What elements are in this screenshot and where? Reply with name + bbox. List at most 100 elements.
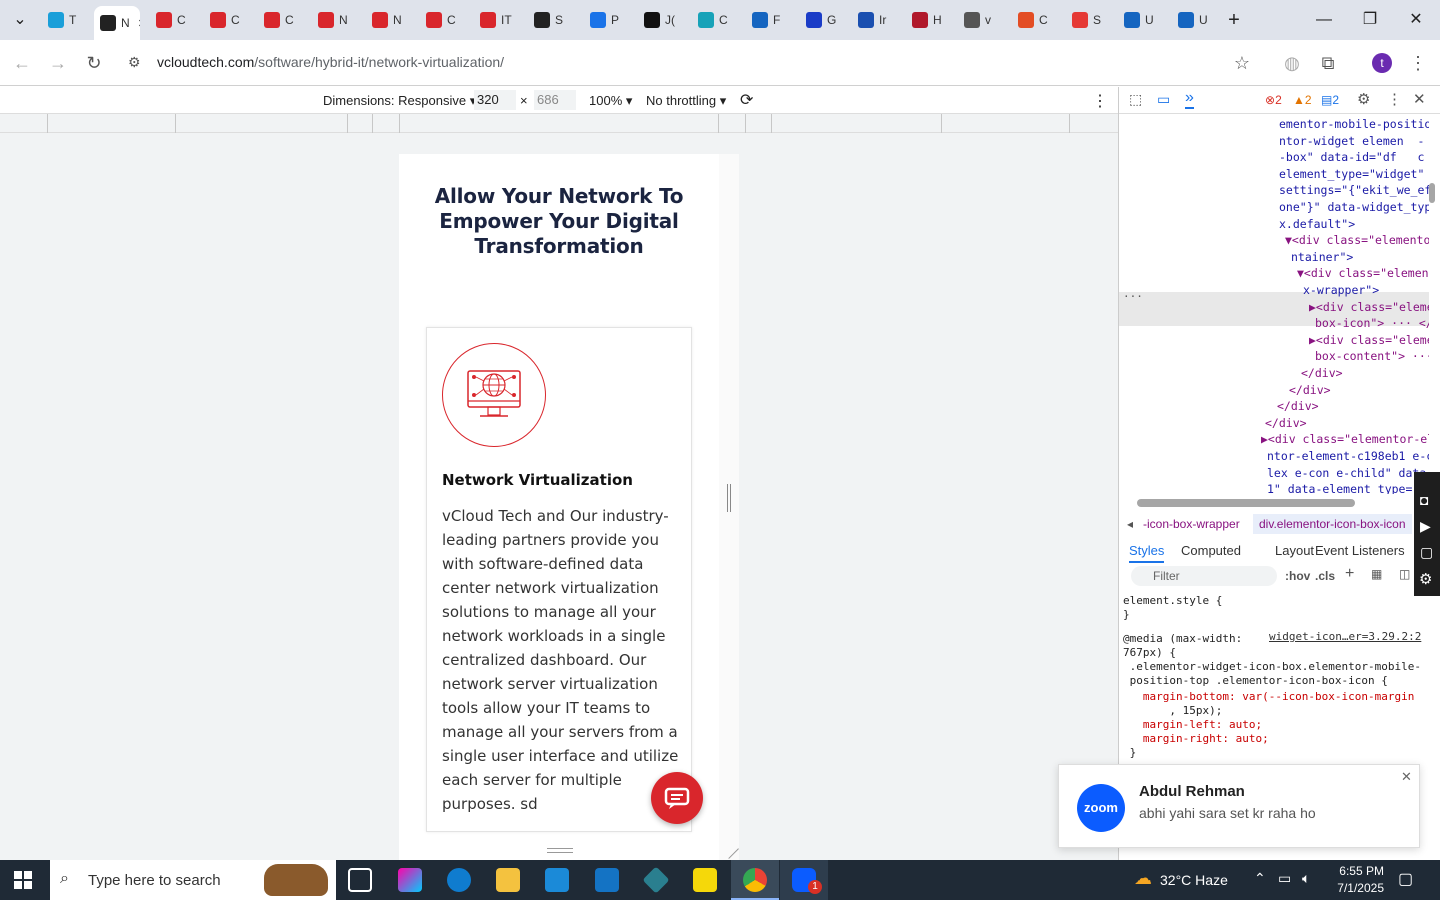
app-icon[interactable] <box>642 866 670 894</box>
window-icon[interactable]: ▢ <box>1420 544 1433 561</box>
resize-handle-bottom[interactable] <box>547 848 573 853</box>
media-query-ruler[interactable] <box>0 114 1118 133</box>
browser-tab[interactable]: C <box>1012 6 1064 34</box>
dom-node-line[interactable]: one"}" data-widget_typ <box>1279 199 1429 216</box>
rotate-icon[interactable]: ⟳ <box>740 90 753 110</box>
browser-tab[interactable]: Ir <box>852 6 904 34</box>
dom-node-line[interactable]: ntor-widget elemen - <box>1279 133 1424 150</box>
browser-tab[interactable]: N <box>366 6 418 34</box>
dom-node-line[interactable]: x-wrapper"> <box>1303 282 1379 299</box>
browser-tab[interactable]: U <box>1118 6 1170 34</box>
css-rule-line[interactable]: position-top .elementor-icon-box-icon { <box>1123 674 1388 688</box>
zoom-taskbar-button[interactable]: 1 <box>780 860 828 900</box>
browser-tab[interactable]: v <box>958 6 1010 34</box>
dom-node-line[interactable]: </div> <box>1277 398 1319 415</box>
styles-subtab[interactable]: Styles <box>1129 543 1165 563</box>
browser-tab[interactable]: T <box>42 6 94 34</box>
breadcrumb-item[interactable]: -icon-box-wrapper <box>1143 517 1240 531</box>
tray-overflow-icon[interactable]: ⌃ <box>1254 870 1266 887</box>
chat-notification[interactable]: zoom Abdul Rehman abhi yahi sara set kr … <box>1058 764 1420 848</box>
camera-icon[interactable]: ◘ <box>1420 492 1428 508</box>
browser-tab[interactable]: C <box>420 6 472 34</box>
dom-node-line[interactable]: ementor-mobile-positio <box>1279 116 1429 133</box>
extensions-icon[interactable]: ⧉ <box>1316 51 1340 75</box>
elements-horizontal-scrollbar[interactable] <box>1137 499 1355 507</box>
browser-tab[interactable]: C <box>150 6 202 34</box>
browser-tab[interactable]: U <box>1172 6 1224 34</box>
browser-tab[interactable]: P <box>584 6 636 34</box>
browser-tab[interactable]: J( <box>638 6 690 34</box>
css-rule-line[interactable]: margin-left: auto; <box>1123 718 1262 732</box>
more-panels-icon[interactable]: » <box>1185 89 1194 109</box>
new-style-rule-icon[interactable]: + <box>1345 565 1354 583</box>
browser-tab[interactable]: N✕ <box>94 6 140 40</box>
error-count[interactable]: ⊗2 <box>1265 93 1282 107</box>
styles-subtab[interactable]: Computed <box>1181 543 1241 558</box>
taskbar-search[interactable]: ⌕ Type here to search <box>50 860 336 900</box>
video-icon[interactable]: ▶ <box>1420 518 1431 535</box>
sidebar-toggle-icon[interactable]: ◫ <box>1399 567 1410 581</box>
notification-close-icon[interactable]: ✕ <box>1401 769 1412 785</box>
elements-tree[interactable]: ··· ementor-mobile-positio ntor-widget el… <box>1119 114 1429 494</box>
dom-node-line[interactable]: lex e-con e-child" data- <box>1267 465 1429 482</box>
warning-count[interactable]: ▲2 <box>1293 93 1312 107</box>
breadcrumb-left-arrow[interactable]: ◂ <box>1127 517 1133 531</box>
dock-settings-icon[interactable]: ⚙ <box>1419 570 1432 588</box>
network-icon[interactable]: ▭ <box>1278 870 1291 887</box>
css-rule-line[interactable]: } <box>1123 746 1137 760</box>
close-tab-icon[interactable]: ✕ <box>138 17 140 30</box>
start-button[interactable] <box>14 871 32 889</box>
device-toolbar-menu-icon[interactable]: ⋮ <box>1092 91 1108 111</box>
profile-avatar[interactable]: t <box>1372 53 1392 73</box>
store-icon[interactable] <box>545 868 569 892</box>
paint-icon[interactable]: ▦ <box>1371 567 1382 581</box>
maximize-button[interactable]: ❐ <box>1358 8 1382 32</box>
dom-node-line[interactable]: ▶<div class="eleme <box>1309 299 1429 316</box>
browser-tab[interactable]: IT <box>474 6 526 34</box>
dom-node-line[interactable]: ▼<div class="element <box>1297 265 1429 282</box>
message-count[interactable]: ▤2 <box>1321 93 1339 107</box>
bookmark-star-icon[interactable]: ☆ <box>1230 51 1254 75</box>
width-input[interactable]: 320 <box>474 90 516 110</box>
elements-vertical-scrollbar[interactable] <box>1429 183 1435 203</box>
dom-node-line[interactable]: </div> <box>1289 382 1331 399</box>
browser-tab[interactable]: S <box>528 6 580 34</box>
dimensions-dropdown[interactable]: Dimensions: Responsive ▾ <box>323 93 476 109</box>
dom-node-line[interactable]: </div> <box>1265 415 1307 432</box>
style-source-link[interactable]: widget-icon…er=3.29.2:2 <box>1269 630 1421 643</box>
address-bar[interactable]: ⚙ vcloudtech.com/software/hybrid-it/netw… <box>120 46 1270 80</box>
dom-node-line[interactable]: ntor-element-c198eb1 e-c <box>1267 448 1429 465</box>
dom-node-line[interactable]: element_type="widget" <box>1279 166 1424 183</box>
edge-icon[interactable] <box>447 868 471 892</box>
devtools-menu-icon[interactable]: ⋮ <box>1387 90 1402 108</box>
styles-filter-input[interactable]: Filter <box>1131 566 1277 586</box>
browser-tab[interactable]: C <box>692 6 744 34</box>
close-window-button[interactable]: ✕ <box>1404 8 1428 32</box>
dom-node-line[interactable]: 1" data-element_type=" <box>1267 481 1419 494</box>
throttling-dropdown[interactable]: No throttling ▾ <box>646 93 726 109</box>
mail-icon[interactable] <box>595 868 619 892</box>
dom-node-line[interactable]: ▶<div class="eleme <box>1309 332 1429 349</box>
close-devtools-icon[interactable]: ✕ <box>1413 90 1426 108</box>
resize-handle-right[interactable] <box>727 484 731 512</box>
css-rule-line[interactable]: margin-right: auto; <box>1123 732 1269 746</box>
browser-tab[interactable]: H <box>906 6 958 34</box>
styles-subtab[interactable]: Event Listeners <box>1315 543 1405 558</box>
back-button[interactable]: ← <box>10 51 34 75</box>
browser-tab[interactable]: C <box>204 6 256 34</box>
copilot-icon[interactable] <box>398 868 422 892</box>
css-rule-line[interactable]: margin-bottom: var(--icon-box-icon-margi… <box>1123 690 1415 704</box>
css-rule-line[interactable]: 767px) { <box>1123 646 1176 660</box>
tab-search-button[interactable]: ⌄ <box>8 8 32 32</box>
minimize-button[interactable]: — <box>1312 8 1336 32</box>
reload-button[interactable]: ↻ <box>82 51 106 75</box>
inspect-element-icon[interactable]: ⬚ <box>1129 91 1142 108</box>
zoom-dropdown[interactable]: 100% ▾ <box>589 93 632 109</box>
dom-node-line[interactable]: ▶<div class="elementor-el <box>1261 431 1429 448</box>
task-view-icon[interactable] <box>348 868 372 892</box>
dom-node-line[interactable]: box-icon"> ··· </di <box>1315 315 1429 332</box>
weather-text[interactable]: 32°C Haze <box>1160 872 1228 888</box>
browser-menu-icon[interactable]: ⋮ <box>1406 51 1430 75</box>
volume-icon[interactable]: 🔈︎ <box>1302 870 1310 887</box>
dom-node-line[interactable]: settings="{"ekit_we_ef <box>1279 182 1429 199</box>
